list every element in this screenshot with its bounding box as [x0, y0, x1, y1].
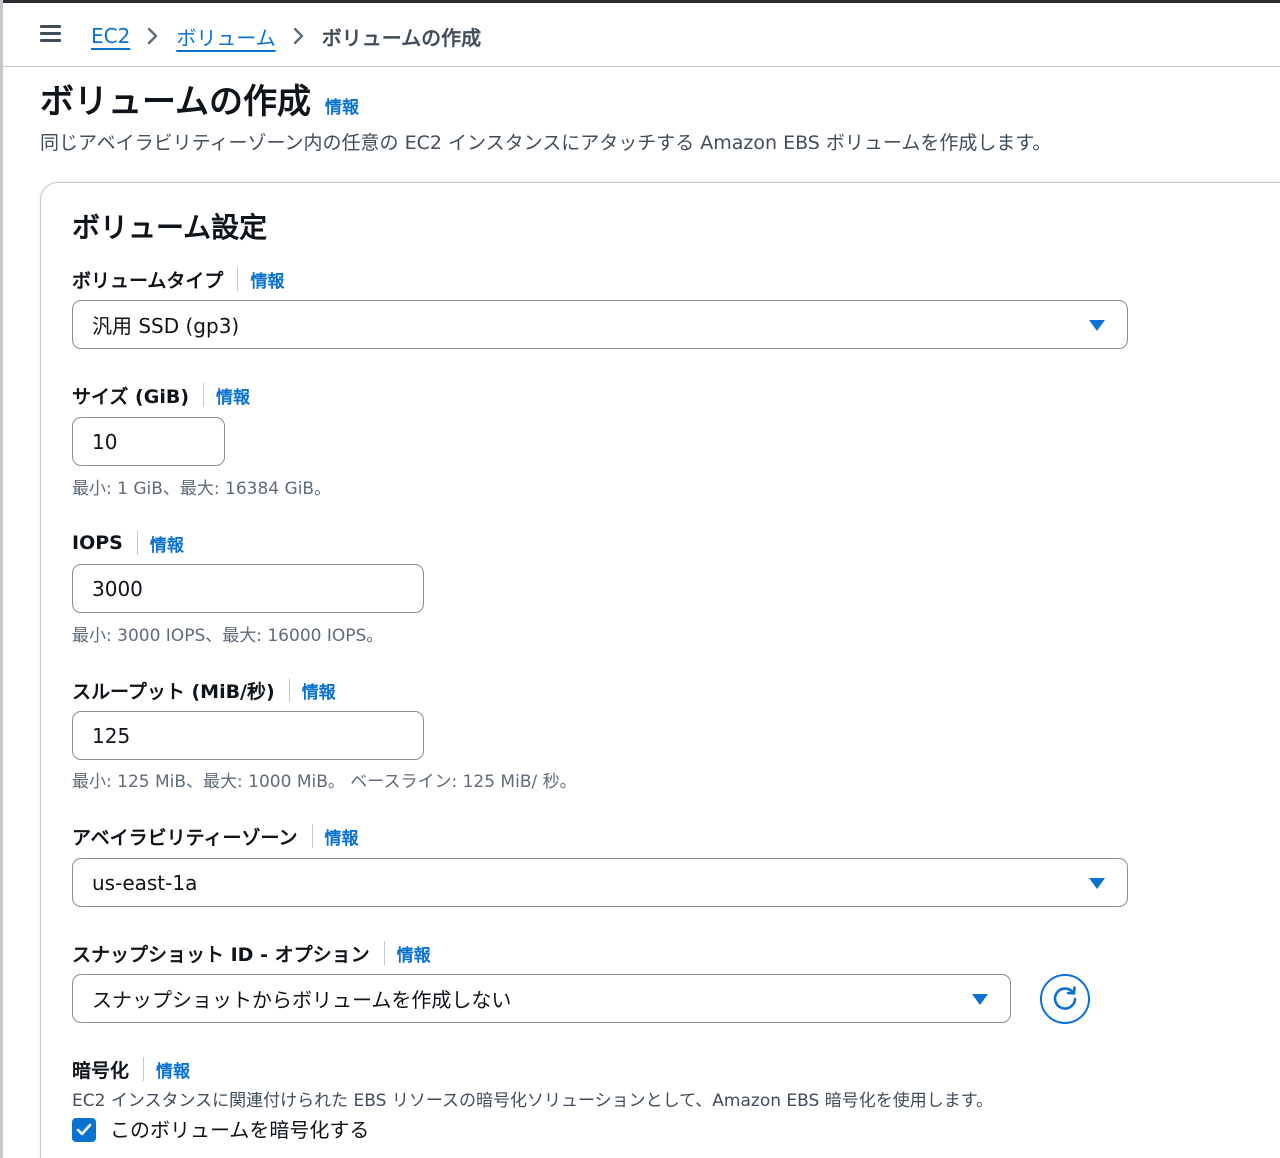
iops-hint: 最小: 3000 IOPS、最大: 16000 IOPS。 [72, 626, 384, 646]
caret-down-icon [1089, 877, 1105, 889]
snapshot-label-text: スナップショット ID - オプション [72, 943, 370, 966]
snapshot-select[interactable]: スナップショットからボリュームを作成しない [72, 974, 1011, 1023]
throughput-value: 125 [92, 723, 131, 748]
availability-zone-label-text: アベイラビリティーゾーン [72, 826, 298, 849]
availability-zone-info-link[interactable]: 情報 [325, 824, 359, 849]
snapshot-info-link[interactable]: 情報 [397, 941, 431, 966]
size-label: サイズ (GiB) 情報 [72, 380, 250, 410]
size-info-link[interactable]: 情報 [216, 383, 250, 408]
availability-zone-select[interactable]: us-east-1a [72, 858, 1128, 907]
iops-info-link[interactable]: 情報 [150, 531, 184, 556]
volume-settings-title: ボリューム設定 [72, 211, 268, 244]
encryption-label: 暗号化 情報 [72, 1054, 190, 1084]
label-divider [203, 383, 205, 407]
label-divider [143, 1057, 145, 1081]
page-info-link[interactable]: 情報 [325, 93, 359, 118]
throughput-info-link[interactable]: 情報 [302, 678, 336, 703]
throughput-label-text: スループット (MiB/秒) [72, 680, 275, 703]
page-title: ボリュームの作成 情報 [40, 74, 359, 123]
left-border [0, 0, 3, 1158]
availability-zone-label: アベイラビリティーゾーン 情報 [72, 821, 359, 851]
encryption-description: EC2 インスタンスに関連付けられた EBS リソースの暗号化ソリューションとし… [72, 1091, 994, 1111]
volume-type-info-link[interactable]: 情報 [250, 267, 284, 292]
snapshot-value: スナップショットからボリュームを作成しない [92, 988, 512, 1012]
encrypt-volume-checkbox[interactable] [72, 1118, 96, 1142]
encryption-info-link[interactable]: 情報 [156, 1057, 190, 1082]
iops-label-text: IOPS [72, 532, 123, 554]
breadcrumb-ec2-link[interactable]: EC2 [91, 24, 130, 48]
size-input[interactable]: 10 [72, 417, 225, 466]
throughput-label: スループット (MiB/秒) 情報 [72, 675, 336, 705]
volume-type-value: 汎用 SSD (gp3) [92, 314, 240, 338]
throughput-input[interactable]: 125 [72, 711, 424, 760]
label-divider [288, 678, 290, 702]
iops-input[interactable]: 3000 [72, 564, 424, 613]
breadcrumb-current: ボリュームの作成 [321, 25, 482, 50]
volume-type-label-text: ボリュームタイプ [72, 269, 224, 292]
caret-down-icon [972, 993, 988, 1005]
breadcrumb: EC2 ボリューム ボリュームの作成 [91, 19, 481, 53]
label-divider [383, 941, 385, 965]
top-header: EC2 ボリューム ボリュームの作成 [3, 3, 1280, 67]
iops-label: IOPS 情報 [72, 528, 184, 558]
checkmark-icon [76, 1123, 92, 1136]
volume-type-label: ボリュームタイプ 情報 [72, 264, 284, 294]
iops-value: 3000 [92, 576, 143, 601]
chevron-right-icon [130, 27, 176, 45]
refresh-snapshots-button[interactable] [1040, 974, 1090, 1024]
label-divider [311, 824, 313, 848]
snapshot-label: スナップショット ID - オプション 情報 [72, 938, 431, 968]
caret-down-icon [1089, 319, 1105, 331]
label-divider [136, 531, 138, 555]
volume-type-select[interactable]: 汎用 SSD (gp3) [72, 300, 1128, 349]
throughput-hint: 最小: 125 MiB、最大: 1000 MiB。 ベースライン: 125 Mi… [72, 772, 577, 792]
availability-zone-value: us-east-1a [92, 870, 198, 895]
label-divider [237, 267, 239, 291]
page-description: 同じアベイラビリティーゾーン内の任意の EC2 インスタンスにアタッチする Am… [40, 132, 1052, 154]
create-volume-page: EC2 ボリューム ボリュームの作成 ボリュームの作成 情報 同じアベイラビリテ… [0, 0, 1280, 1158]
breadcrumb-volumes-link[interactable]: ボリューム [176, 22, 275, 51]
encryption-label-text: 暗号化 [72, 1059, 130, 1082]
size-value: 10 [92, 429, 118, 454]
size-hint: 最小: 1 GiB、最大: 16384 GiB。 [72, 479, 332, 499]
page-title-text: ボリュームの作成 [40, 82, 311, 122]
encrypt-volume-label[interactable]: このボリュームを暗号化する [110, 1114, 369, 1143]
size-label-text: サイズ (GiB) [72, 385, 190, 408]
chevron-right-icon [276, 27, 322, 45]
hamburger-menu-icon[interactable] [39, 23, 63, 43]
refresh-icon [1053, 986, 1077, 1010]
